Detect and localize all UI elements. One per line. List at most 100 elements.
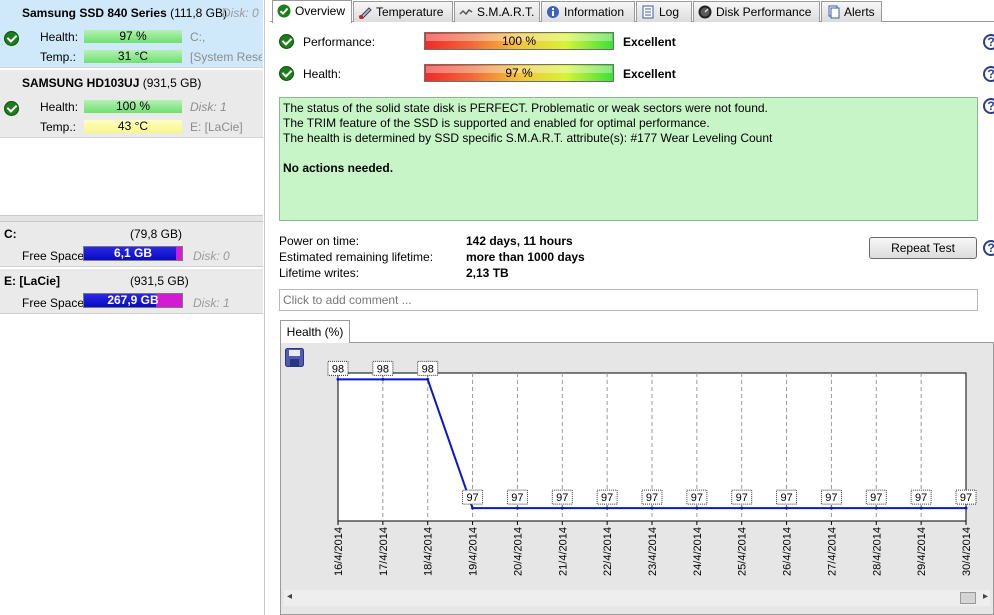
- data-label: 97: [691, 492, 703, 504]
- x-tick-label: 17/4/2014: [378, 527, 390, 576]
- disk-size: (111,8 GB): [170, 6, 228, 20]
- data-point: [829, 506, 833, 510]
- disk-name: SAMSUNG HD103UJ: [22, 76, 140, 90]
- data-point: [471, 506, 475, 510]
- scroll-thumb[interactable]: [960, 592, 976, 604]
- partition-text: [System Rese: [190, 50, 262, 64]
- info-icon: [546, 5, 560, 19]
- tab-temperature[interactable]: Temperature: [353, 1, 453, 22]
- tab-alerts[interactable]: Alerts: [821, 1, 882, 22]
- tab-label: Alerts: [844, 5, 875, 19]
- free-space-bar: 6,1 GB: [83, 246, 183, 261]
- remaining-lifetime-value: more than 1000 days: [466, 250, 585, 264]
- volume-title: E: [LaCie]: [4, 274, 61, 288]
- data-label: 97: [780, 492, 792, 504]
- data-label: 97: [960, 492, 972, 504]
- tab-bar: Overview Temperature S.M.A.R.T. Informat…: [270, 0, 994, 23]
- tab-health-chart[interactable]: Health (%): [280, 320, 350, 343]
- tab-disk-performance[interactable]: Disk Performance: [693, 1, 820, 22]
- disk-title: SAMSUNG HD103UJ (931,5 GB): [22, 76, 201, 90]
- tab-overview[interactable]: Overview: [272, 0, 352, 23]
- health-chart: 98 16/4/2014 98 17/4/2014 98 18/4/2014 97 19/4/…: [327, 360, 977, 576]
- x-tick-label: 19/4/2014: [468, 527, 480, 576]
- free-space-bar: 267,9 GB: [83, 293, 183, 308]
- tab-smart[interactable]: S.M.A.R.T.: [454, 1, 540, 22]
- tab-log[interactable]: Log: [636, 1, 692, 22]
- gauge-icon: [698, 5, 712, 19]
- performance-bar: 100 %: [424, 32, 614, 50]
- data-label: 98: [422, 363, 434, 375]
- x-tick-label: 27/4/2014: [826, 527, 838, 576]
- volume-card-c[interactable]: C: (79,8 GB) Free Space 6,1 GB Disk: 0: [0, 222, 263, 267]
- status-message-box: The status of the solid state disk is PE…: [279, 97, 978, 221]
- health-bar: 97 %: [84, 30, 182, 43]
- comment-field[interactable]: Click to add comment ...: [279, 289, 978, 311]
- data-point: [515, 506, 519, 510]
- tab-label: S.M.A.R.T.: [477, 5, 535, 19]
- x-tick-label: 29/4/2014: [916, 527, 928, 576]
- ok-check-icon: [4, 31, 19, 46]
- performance-rating: Excellent: [623, 35, 676, 49]
- data-point: [605, 506, 609, 510]
- lifetime-writes-label: Lifetime writes:: [279, 266, 360, 280]
- horizontal-scrollbar[interactable]: ◂ ▸: [284, 590, 990, 606]
- x-tick-label: 23/4/2014: [647, 527, 659, 576]
- tab-label: Disk Performance: [716, 5, 812, 19]
- disk-card-1[interactable]: SAMSUNG HD103UJ (931,5 GB) Health: 100 %…: [0, 70, 263, 138]
- x-tick-label: 18/4/2014: [423, 527, 435, 576]
- status-action: No actions needed.: [283, 161, 394, 175]
- remaining-lifetime-label: Estimated remaining lifetime:: [279, 250, 434, 264]
- data-point: [740, 506, 744, 510]
- health-bar: 97 %: [424, 64, 614, 82]
- health-rating: Excellent: [623, 67, 676, 81]
- log-icon: [641, 5, 655, 19]
- volume-disk-id: Disk: 0: [193, 249, 230, 263]
- x-tick-label: 20/4/2014: [512, 527, 524, 576]
- data-point: [381, 377, 385, 381]
- disk-size: (931,5 GB): [142, 76, 202, 90]
- tab-label: Log: [659, 5, 680, 19]
- status-line: The health is determined by SSD specific…: [283, 131, 773, 145]
- repeat-test-button[interactable]: Repeat Test: [869, 237, 977, 259]
- disk-title: Samsung SSD 840 Series (111,8 GB): [22, 6, 227, 20]
- temp-label: Temp.:: [40, 50, 77, 64]
- panel-divider[interactable]: [0, 215, 263, 222]
- partition-text: C:,: [190, 30, 206, 44]
- x-tick-label: 22/4/2014: [602, 527, 614, 576]
- disk-list-panel: Samsung SSD 840 Series (111,8 GB) Disk: …: [0, 0, 265, 615]
- health-label: Health:: [303, 67, 342, 81]
- free-space-label: Free Space: [22, 249, 85, 263]
- data-point: [785, 506, 789, 510]
- disk-id: Disk: 0: [222, 6, 259, 20]
- x-tick-label: 26/4/2014: [782, 527, 794, 576]
- x-tick-label: 25/4/2014: [737, 527, 749, 576]
- data-point: [695, 506, 699, 510]
- data-label: 97: [736, 492, 748, 504]
- health-label: Health:: [40, 30, 79, 44]
- performance-label: Performance:: [303, 35, 376, 49]
- tab-information[interactable]: Information: [541, 1, 635, 22]
- help-icon[interactable]: ?: [983, 34, 994, 50]
- help-icon[interactable]: ?: [983, 66, 994, 82]
- help-icon[interactable]: ?: [983, 98, 994, 114]
- ok-check-icon: [279, 66, 294, 81]
- temp-bar: 43 °C: [84, 120, 182, 133]
- scroll-right-icon[interactable]: ▸: [983, 591, 988, 602]
- x-tick-label: 28/4/2014: [871, 527, 883, 576]
- volume-disk-id: Disk: 1: [193, 296, 230, 310]
- data-label: 97: [825, 492, 837, 504]
- data-point: [650, 506, 654, 510]
- data-label: 97: [556, 492, 568, 504]
- data-label: 97: [511, 492, 523, 504]
- data-label: 97: [601, 492, 613, 504]
- temp-bar: 31 °C: [84, 50, 182, 63]
- x-tick-label: 21/4/2014: [557, 527, 569, 576]
- data-label: 97: [870, 492, 882, 504]
- disk-card-0[interactable]: Samsung SSD 840 Series (111,8 GB) Disk: …: [0, 0, 263, 68]
- data-point: [560, 506, 564, 510]
- ok-check-icon: [4, 101, 19, 116]
- help-icon[interactable]: ?: [983, 240, 994, 256]
- scroll-left-icon[interactable]: ◂: [287, 591, 292, 602]
- volume-card-e[interactable]: E: [LaCie] (931,5 GB) Free Space 267,9 G…: [0, 269, 263, 314]
- health-bar: 100 %: [84, 100, 182, 113]
